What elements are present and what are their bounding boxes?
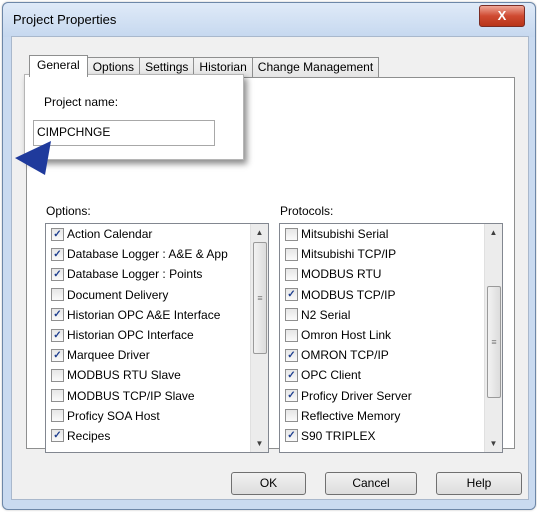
list-item-label: Proficy Driver Server — [301, 388, 412, 403]
list-item-label: MODBUS RTU Slave — [67, 368, 181, 383]
list-item[interactable]: Omron Host Link — [280, 325, 502, 345]
list-item[interactable]: Mitsubishi TCP/IP — [280, 244, 502, 264]
list-item[interactable]: ✓ Proficy Driver Server — [280, 386, 502, 406]
list-item-label: Recipes — [67, 428, 111, 443]
ok-button[interactable]: OK — [231, 472, 306, 495]
checkbox-checked[interactable]: ✓ — [51, 227, 64, 241]
list-item[interactable]: ✓ OMRON TCP/IP — [280, 345, 502, 365]
scroll-down-icon[interactable]: ▼ — [485, 435, 502, 452]
list-item-label: MODBUS RTU — [301, 267, 382, 282]
checkbox-unchecked[interactable] — [51, 288, 64, 302]
tab-general[interactable]: General — [29, 55, 88, 77]
list-item[interactable]: ✓ Historian OPC A&E Interface — [46, 305, 268, 325]
list-item[interactable]: MODBUS RTU — [280, 264, 502, 284]
checkbox-checked[interactable]: ✓ — [285, 368, 298, 382]
list-item[interactable]: N2 Serial — [280, 305, 502, 325]
protocols-scroll-thumb[interactable]: ≡ — [487, 286, 501, 398]
list-item-label: Database Logger : Points — [67, 267, 203, 282]
list-item-label: S90 TRIPLEX — [301, 428, 376, 443]
checkbox-unchecked[interactable] — [285, 328, 298, 342]
list-item-label: Document Delivery — [67, 287, 169, 302]
checkbox-unchecked[interactable] — [285, 227, 298, 241]
project-name-callout: Project name: CIMPCHNGE — [24, 74, 244, 160]
list-item-label: MODBUS TCP/IP Slave — [67, 388, 195, 403]
project-name-field[interactable]: CIMPCHNGE — [33, 120, 215, 146]
list-item-label: Marquee Driver — [67, 348, 150, 363]
help-button[interactable]: Help — [436, 472, 522, 495]
list-item[interactable]: ✓ Historian OPC Interface — [46, 325, 268, 345]
list-item[interactable]: ✓ MODBUS TCP/IP — [280, 285, 502, 305]
checkbox-unchecked[interactable] — [51, 368, 64, 382]
list-item[interactable]: Mitsubishi Serial — [280, 224, 502, 244]
list-item[interactable]: Document Delivery — [46, 285, 268, 305]
scroll-up-icon[interactable]: ▲ — [251, 224, 268, 241]
window-title: Project Properties — [13, 12, 117, 27]
list-item-label: Historian OPC Interface — [67, 328, 194, 343]
list-item[interactable]: ✓ Recipes — [46, 426, 268, 446]
protocols-label: Protocols: — [280, 204, 334, 218]
protocols-listbox[interactable]: Mitsubishi Serial Mitsubishi TCP/IP MODBUS… — [279, 223, 503, 453]
list-item-label: Omron Host Link — [301, 328, 392, 343]
list-item-label: N2 Serial — [301, 307, 351, 322]
list-item-label: Action Calendar — [67, 227, 153, 242]
checkbox-checked[interactable]: ✓ — [285, 389, 298, 403]
checkbox-unchecked[interactable] — [51, 389, 64, 403]
checkbox-checked[interactable]: ✓ — [285, 288, 298, 302]
checkbox-unchecked[interactable] — [285, 409, 298, 423]
protocols-items: Mitsubishi Serial Mitsubishi TCP/IP MODBUS… — [280, 224, 502, 446]
list-item-label: Historian OPC A&E Interface — [67, 307, 221, 322]
list-item[interactable]: ✓ Database Logger : Points — [46, 264, 268, 284]
options-items: ✓ Action Calendar ✓ Database Logger : A&E &… — [46, 224, 268, 446]
list-item-label: MODBUS TCP/IP — [301, 287, 396, 302]
checkbox-checked[interactable]: ✓ — [51, 429, 64, 443]
list-item[interactable]: ✓ S90 TRIPLEX — [280, 426, 502, 446]
list-item[interactable]: Reflective Memory — [280, 406, 502, 426]
checkbox-checked[interactable]: ✓ — [285, 348, 298, 362]
checkbox-unchecked[interactable] — [51, 409, 64, 423]
checkbox-checked[interactable]: ✓ — [51, 308, 64, 322]
list-item-label: Mitsubishi Serial — [301, 227, 389, 242]
list-item-label: Proficy SOA Host — [67, 408, 160, 423]
grip-icon: ≡ — [257, 293, 263, 303]
project-name-value: CIMPCHNGE — [37, 125, 111, 139]
tab-change-management[interactable]: Change Management — [251, 57, 380, 77]
list-item[interactable]: MODBUS TCP/IP Slave — [46, 386, 268, 406]
list-item-label: OMRON TCP/IP — [301, 348, 389, 363]
title-bar[interactable]: Project Properties X — [3, 3, 535, 37]
list-item[interactable]: ✓ Database Logger : A&E & App — [46, 244, 268, 264]
checkbox-checked[interactable]: ✓ — [51, 247, 64, 261]
close-button[interactable]: X — [479, 5, 525, 27]
checkbox-unchecked[interactable] — [285, 247, 298, 261]
checkbox-unchecked[interactable] — [285, 308, 298, 322]
scroll-down-icon[interactable]: ▼ — [251, 435, 268, 452]
list-item[interactable]: ✓ Action Calendar — [46, 224, 268, 244]
options-listbox[interactable]: ✓ Action Calendar ✓ Database Logger : A&E &… — [45, 223, 269, 453]
checkbox-checked[interactable]: ✓ — [51, 328, 64, 342]
options-scrollbar[interactable]: ▲ ≡ ▼ — [250, 224, 268, 452]
list-item-label: Mitsubishi TCP/IP — [301, 247, 397, 262]
list-item[interactable]: ✓ Marquee Driver — [46, 345, 268, 365]
checkbox-checked[interactable]: ✓ — [51, 267, 64, 281]
grip-icon: ≡ — [491, 337, 497, 347]
list-item-label: Reflective Memory — [301, 408, 401, 423]
options-scroll-thumb[interactable]: ≡ — [253, 242, 267, 354]
list-item-label: Database Logger : A&E & App — [67, 247, 228, 262]
list-item[interactable]: Proficy SOA Host — [46, 406, 268, 426]
scroll-up-icon[interactable]: ▲ — [485, 224, 502, 241]
checkbox-unchecked[interactable] — [285, 267, 298, 281]
protocols-scrollbar[interactable]: ▲ ≡ ▼ — [484, 224, 502, 452]
options-label: Options: — [46, 204, 91, 218]
list-item[interactable]: ✓ OPC Client — [280, 365, 502, 385]
callout-pointer-icon — [15, 141, 51, 175]
checkbox-checked[interactable]: ✓ — [285, 429, 298, 443]
project-name-label: Project name: — [44, 95, 119, 109]
cancel-button[interactable]: Cancel — [325, 472, 417, 495]
list-item[interactable]: MODBUS RTU Slave — [46, 365, 268, 385]
list-item-label: OPC Client — [301, 368, 362, 383]
pointer-arrow-shape — [15, 141, 51, 175]
checkbox-checked[interactable]: ✓ — [51, 348, 64, 362]
tab-strip: General Options Settings Historian Chang… — [29, 55, 380, 77]
